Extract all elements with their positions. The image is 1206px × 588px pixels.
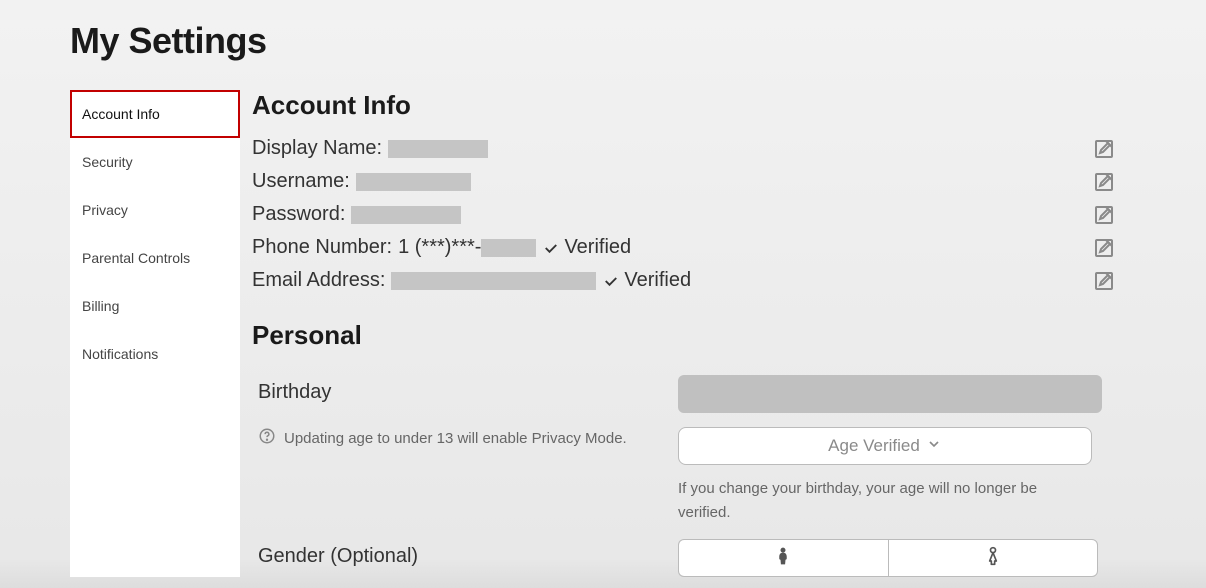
- phone-label: Phone Number:: [252, 236, 392, 259]
- email-value-redacted: [391, 272, 596, 290]
- sidebar-item-privacy[interactable]: Privacy: [70, 186, 240, 234]
- birthday-input[interactable]: [678, 375, 1102, 413]
- help-icon[interactable]: [258, 427, 276, 449]
- gender-toggle: [678, 539, 1098, 577]
- password-value-redacted: [351, 206, 461, 224]
- account-info-heading: Account Info: [252, 90, 1136, 121]
- username-row: Username:: [252, 170, 1136, 193]
- sidebar-item-account-info[interactable]: Account Info: [70, 90, 240, 138]
- email-verified-check-icon: [602, 272, 620, 290]
- phone-verified-text: Verified: [564, 236, 631, 259]
- page-title: My Settings: [70, 20, 1136, 62]
- edit-username-icon[interactable]: [1092, 170, 1116, 194]
- age-verified-label: Age Verified: [828, 436, 920, 456]
- email-label: Email Address:: [252, 269, 385, 292]
- phone-verified-check-icon: [542, 239, 560, 257]
- username-label: Username:: [252, 170, 350, 193]
- display-name-value-redacted: [388, 140, 488, 158]
- edit-email-icon[interactable]: [1092, 269, 1116, 293]
- birthday-label: Birthday: [252, 375, 672, 404]
- display-name-row: Display Name:: [252, 137, 1136, 160]
- age-verified-button[interactable]: Age Verified: [678, 427, 1092, 465]
- edit-display-name-icon[interactable]: [1092, 137, 1116, 161]
- password-row: Password:: [252, 203, 1136, 226]
- personal-heading: Personal: [252, 320, 1136, 351]
- phone-value: 1 (***)***-: [398, 236, 481, 259]
- sidebar-item-notifications[interactable]: Notifications: [70, 330, 240, 378]
- gender-female-button[interactable]: [888, 539, 1099, 577]
- age-hint-text: Updating age to under 13 will enable Pri…: [284, 430, 627, 447]
- phone-value-redacted: [481, 239, 536, 257]
- main-content: Account Info Display Name: Username: Pas…: [252, 90, 1136, 577]
- phone-row: Phone Number: 1 (***)***- Verified: [252, 236, 1136, 259]
- display-name-label: Display Name:: [252, 137, 382, 160]
- sidebar-item-billing[interactable]: Billing: [70, 282, 240, 330]
- sidebar-item-parental-controls[interactable]: Parental Controls: [70, 234, 240, 282]
- chevron-down-icon: [926, 436, 942, 457]
- male-icon: [773, 545, 793, 572]
- email-verified-text: Verified: [624, 269, 691, 292]
- edit-phone-icon[interactable]: [1092, 236, 1116, 260]
- gender-label: Gender (Optional): [252, 539, 672, 568]
- email-row: Email Address: Verified: [252, 269, 1136, 292]
- password-label: Password:: [252, 203, 345, 226]
- age-hint-row: Updating age to under 13 will enable Pri…: [252, 427, 672, 449]
- username-value-redacted: [356, 173, 471, 191]
- sidebar-item-security[interactable]: Security: [70, 138, 240, 186]
- gender-male-button[interactable]: [678, 539, 888, 577]
- age-change-note: If you change your birthday, your age wi…: [678, 477, 1078, 525]
- settings-sidebar: Account Info Security Privacy Parental C…: [70, 90, 240, 577]
- edit-password-icon[interactable]: [1092, 203, 1116, 227]
- female-icon: [983, 545, 1003, 572]
